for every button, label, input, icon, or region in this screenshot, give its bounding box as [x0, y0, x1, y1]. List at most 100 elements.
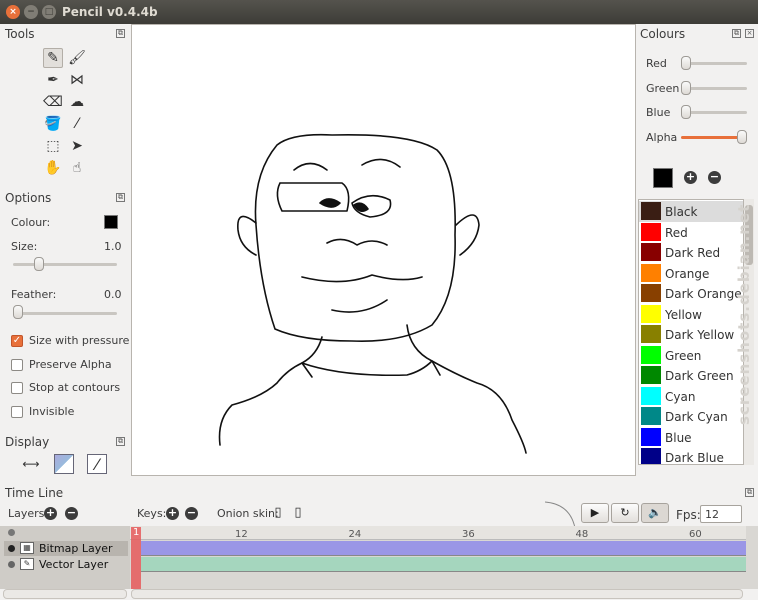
- palette-item-dark-cyan[interactable]: Dark Cyan: [639, 406, 743, 427]
- palette-item-yellow[interactable]: Yellow: [639, 304, 743, 325]
- palette-item-label: Dark Blue: [665, 451, 724, 465]
- palette-swatch: [641, 325, 661, 343]
- colours-float-button[interactable]: ⧉: [732, 29, 741, 38]
- window-title: Pencil v0.4.4b: [62, 5, 158, 19]
- frame-ruler[interactable]: [130, 526, 746, 540]
- palette-swatch: [641, 407, 661, 425]
- palette-swatch: [641, 263, 661, 282]
- colour-palette-list[interactable]: Black Red Dark Red Orange Dark Orange Yellow D…: [638, 199, 744, 465]
- layers-label: Layers:: [8, 507, 49, 520]
- palette-item-cyan[interactable]: Cyan: [639, 386, 743, 407]
- minimize-button[interactable]: −: [24, 5, 38, 19]
- current-frame-number: 1: [133, 527, 140, 538]
- sound-button[interactable]: 🔈: [641, 503, 669, 523]
- add-layer-button[interactable]: +: [44, 507, 57, 520]
- play-button[interactable]: ▶: [581, 503, 609, 523]
- checkbox-size-with-pressure[interactable]: ✓: [11, 335, 23, 347]
- layer-visibility-icon[interactable]: [8, 545, 15, 552]
- flip-horizontal-icon[interactable]: ⟷: [21, 454, 41, 474]
- palette-item-label: Black: [665, 205, 698, 219]
- display-float-button[interactable]: ⧉: [116, 437, 125, 446]
- fps-input[interactable]: 12: [700, 505, 742, 523]
- red-slider-handle[interactable]: [681, 56, 691, 70]
- palette-item-dark-blue[interactable]: Dark Blue: [639, 447, 743, 465]
- add-colour-button[interactable]: +: [684, 171, 697, 184]
- layer-visibility-icon[interactable]: [8, 561, 15, 568]
- checkbox-invisible[interactable]: [11, 406, 23, 419]
- timeline-hscrollbar[interactable]: [131, 589, 743, 599]
- close-button[interactable]: ×: [6, 5, 20, 19]
- size-slider-handle[interactable]: [33, 257, 44, 271]
- options-panel-title: Options: [5, 191, 52, 205]
- feather-slider-handle[interactable]: [13, 305, 23, 319]
- smudge-tool-icon[interactable]: ☁: [67, 92, 87, 112]
- alpha-slider-handle[interactable]: [737, 129, 747, 144]
- layer-track-1[interactable]: [141, 557, 746, 572]
- palette-swatch: [641, 243, 661, 261]
- tools-float-button[interactable]: ⧉: [116, 29, 125, 38]
- layer-track-0[interactable]: [141, 541, 746, 556]
- checkbox-label: Preserve Alpha: [29, 357, 112, 371]
- pencil-tool-icon[interactable]: ✎: [43, 48, 63, 68]
- palette-item-dark-yellow[interactable]: Dark Yellow: [639, 324, 743, 345]
- brush-tool-icon[interactable]: 🖌: [67, 48, 87, 68]
- feather-slider-track[interactable]: [13, 312, 117, 315]
- ruler-tick-label: 24: [348, 529, 362, 540]
- outlines-icon[interactable]: ⁄: [87, 454, 107, 474]
- eyedropper-tool-icon[interactable]: ⁄: [67, 114, 87, 134]
- move-tool-icon[interactable]: ➤: [67, 136, 87, 156]
- onion-previous-icon[interactable]: ▯: [270, 503, 286, 523]
- remove-layer-button[interactable]: −: [65, 507, 78, 520]
- add-key-button[interactable]: +: [166, 507, 179, 520]
- window-titlebar: × − □ Pencil v0.4.4b: [0, 0, 758, 24]
- remove-colour-button[interactable]: −: [708, 171, 721, 184]
- timeline-float-button[interactable]: ⧉: [745, 488, 754, 497]
- palette-swatch: [641, 386, 661, 405]
- eraser-tool-icon[interactable]: ⌫: [43, 92, 63, 112]
- checkbox-stop-at-contours[interactable]: [11, 382, 23, 395]
- palette-swatch: [641, 284, 661, 302]
- maximize-button[interactable]: □: [42, 5, 56, 19]
- layer-hscrollbar[interactable]: [3, 589, 127, 599]
- remove-key-button[interactable]: −: [185, 507, 198, 520]
- green-slider-handle[interactable]: [681, 80, 691, 95]
- smudge-finger-tool-icon[interactable]: ☝: [67, 158, 87, 178]
- layer-row-0[interactable]: ▦ Bitmap Layer: [4, 541, 128, 556]
- palette-item-blue[interactable]: Blue: [639, 427, 743, 448]
- polyline-tool-icon[interactable]: ⋈: [67, 70, 87, 90]
- size-slider-track[interactable]: [13, 263, 117, 266]
- feather-value: 0.0: [104, 288, 122, 301]
- palette-swatch: [641, 427, 661, 446]
- palette-item-black[interactable]: Black: [639, 201, 743, 222]
- pen-tool-icon[interactable]: ✒: [43, 70, 63, 90]
- palette-swatch: [641, 222, 661, 241]
- colour-swatch-button[interactable]: [104, 215, 118, 229]
- colours-close-button[interactable]: ×: [745, 29, 754, 38]
- thin-lines-icon[interactable]: [54, 454, 74, 474]
- ruler-tick-label: 60: [689, 529, 702, 540]
- palette-item-dark-red[interactable]: Dark Red: [639, 242, 743, 263]
- hand-tool-icon[interactable]: ✋: [43, 158, 63, 178]
- onion-next-icon[interactable]: ▯: [290, 503, 306, 523]
- layer-row-1[interactable]: ✎ Vector Layer: [4, 557, 128, 572]
- loop-button[interactable]: ↻: [611, 503, 639, 523]
- tools-panel-title: Tools: [5, 27, 35, 41]
- palette-item-dark-orange[interactable]: Dark Orange: [639, 283, 743, 304]
- bucket-tool-icon[interactable]: 🪣: [43, 114, 63, 134]
- select-tool-icon[interactable]: ⬚: [43, 136, 63, 156]
- palette-item-label: Orange: [665, 266, 710, 281]
- blue-slider-handle[interactable]: [681, 105, 691, 119]
- checkbox-preserve-alpha[interactable]: [11, 358, 23, 371]
- palette-item-green[interactable]: Green: [639, 345, 743, 366]
- options-float-button[interactable]: ⧉: [116, 193, 125, 202]
- palette-item-label: Dark Cyan: [665, 410, 728, 424]
- palette-item-label: Dark Yellow: [665, 328, 735, 342]
- visibility-all-icon[interactable]: [8, 529, 15, 536]
- palette-item-orange[interactable]: Orange: [639, 263, 743, 284]
- drawing-canvas[interactable]: [131, 24, 636, 476]
- keys-label: Keys:: [137, 507, 167, 520]
- current-colour-swatch[interactable]: [653, 168, 673, 188]
- checkbox-label: Size with pressure: [29, 334, 130, 347]
- palette-item-red[interactable]: Red: [639, 222, 743, 243]
- palette-item-dark-green[interactable]: Dark Green: [639, 365, 743, 386]
